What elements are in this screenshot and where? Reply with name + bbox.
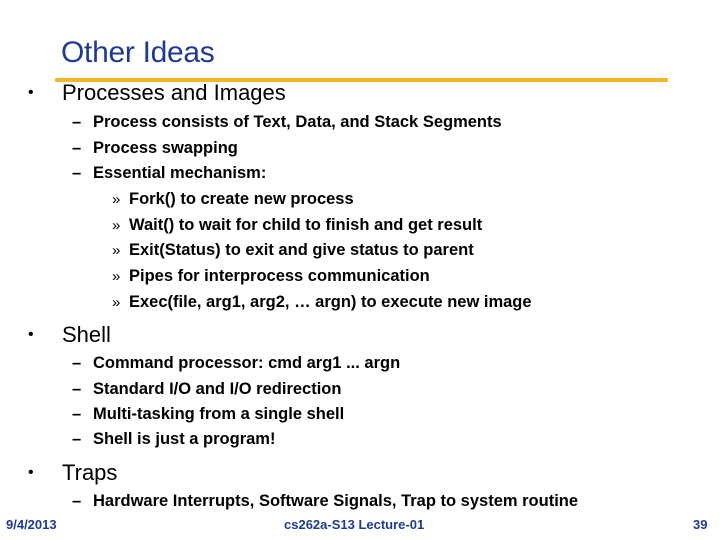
bullet-dash-icon: – [72, 380, 82, 398]
list-item: – Essential mechanism: [72, 164, 266, 183]
sub-list-item: » Wait() to wait for child to finish and… [112, 216, 482, 235]
sub-list-item-text: Wait() to wait for child to finish and g… [129, 216, 483, 234]
section-traps: • Traps [28, 460, 117, 486]
bullet-raquo-icon: » [112, 217, 121, 234]
bullet-raquo-icon: » [112, 191, 121, 208]
bullet-dash-icon: – [72, 139, 82, 157]
bullet-raquo-icon: » [112, 294, 121, 311]
section-processes-and-images: • Processes and Images [28, 80, 286, 106]
bullet-dot-icon: • [28, 326, 34, 343]
list-item-text: Multi-tasking from a single shell [93, 405, 345, 423]
bullet-raquo-icon: » [112, 242, 121, 259]
list-item: – Multi-tasking from a single shell [72, 405, 344, 424]
sub-list-item-text: Exit(Status) to exit and give status to … [129, 241, 474, 259]
sub-list-item: » Pipes for interprocess communication [112, 267, 430, 286]
list-item-text: Standard I/O and I/O redirection [93, 380, 342, 398]
list-item: – Command processor: cmd arg1 ... argn [72, 354, 400, 373]
bullet-dash-icon: – [72, 430, 82, 448]
bullet-dash-icon: – [72, 164, 82, 182]
bullet-dash-icon: – [72, 405, 82, 423]
sub-list-item: » Exit(Status) to exit and give status t… [112, 241, 474, 260]
section-heading: Traps [62, 460, 118, 485]
footer-page-number: 39 [693, 517, 708, 532]
footer-course: cs262a-S13 Lecture-01 [284, 517, 425, 532]
sub-list-item-text: Fork() to create new process [129, 190, 354, 208]
list-item-text: Essential mechanism: [93, 164, 267, 182]
bullet-dash-icon: – [72, 354, 82, 372]
sub-list-item: » Fork() to create new process [112, 190, 354, 209]
slide-title: Other Ideas [61, 36, 215, 69]
sub-list-item-text: Pipes for interprocess communication [129, 267, 430, 285]
list-item-text: Process swapping [93, 139, 238, 157]
list-item: – Shell is just a program! [72, 430, 275, 449]
bullet-dash-icon: – [72, 113, 82, 131]
list-item-text: Shell is just a program! [93, 430, 276, 448]
footer-date: 9/4/2013 [6, 517, 57, 532]
list-item: – Standard I/O and I/O redirection [72, 380, 341, 399]
list-item-text: Hardware Interrupts, Software Signals, T… [93, 492, 579, 510]
list-item-text: Command processor: cmd arg1 ... argn [93, 354, 401, 372]
section-heading: Processes and Images [62, 80, 286, 105]
bullet-raquo-icon: » [112, 268, 121, 285]
list-item: – Process swapping [72, 139, 238, 158]
bullet-dash-icon: – [72, 492, 82, 510]
section-heading: Shell [62, 322, 111, 347]
list-item: – Process consists of Text, Data, and St… [72, 113, 502, 132]
sub-list-item-text: Exec(file, arg1, arg2, … argn) to execut… [129, 293, 532, 311]
bullet-dot-icon: • [28, 84, 34, 101]
bullet-dot-icon: • [28, 464, 34, 481]
section-shell: • Shell [28, 322, 111, 348]
list-item: – Hardware Interrupts, Software Signals,… [72, 492, 578, 511]
sub-list-item: » Exec(file, arg1, arg2, … argn) to exec… [112, 293, 532, 312]
list-item-text: Process consists of Text, Data, and Stac… [93, 113, 502, 131]
